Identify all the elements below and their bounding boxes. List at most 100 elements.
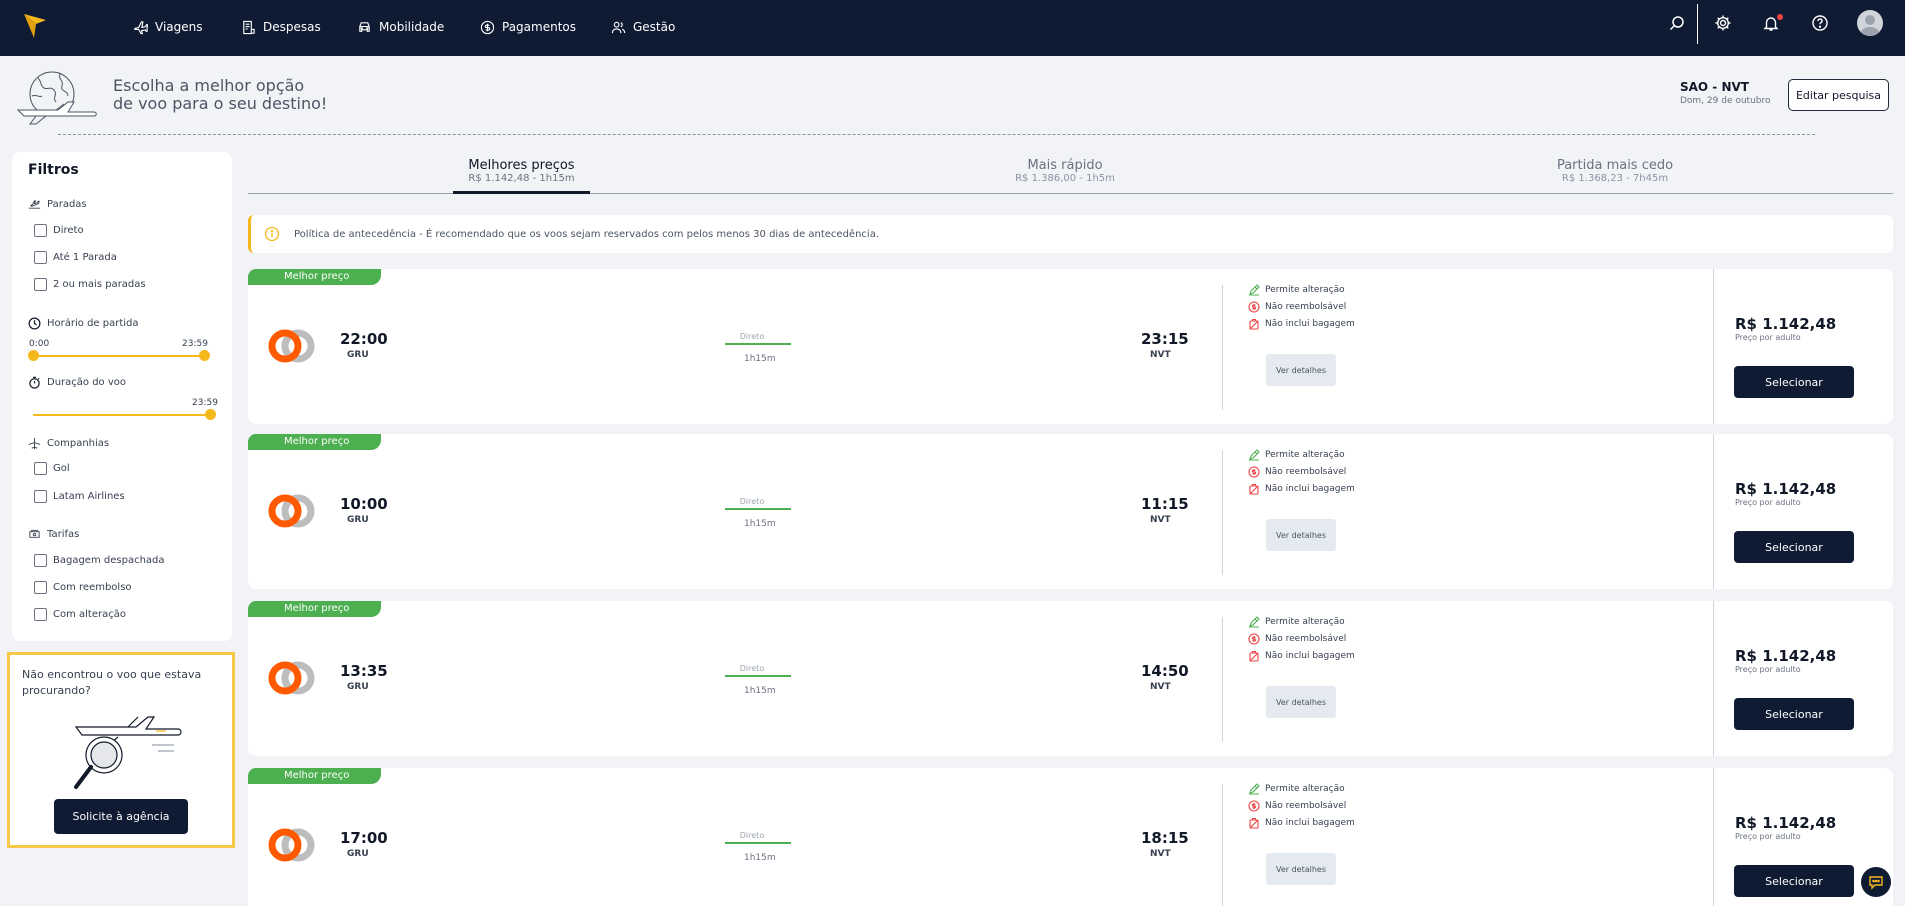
no-refund-icon [1248, 466, 1260, 478]
select-flight-button[interactable]: Selecionar [1734, 698, 1854, 730]
price-divider [1713, 768, 1714, 906]
arrival-airport: NVT [1150, 350, 1171, 360]
filter-fare-change[interactable]: Com alteração [34, 608, 126, 621]
condition-baggage-label: Não inclui bagagem [1265, 484, 1355, 494]
tab-best-price[interactable]: Melhores preços R$ 1.142,48 - 1h15m [453, 158, 590, 184]
filter-option-label: Bagagem despachada [53, 555, 165, 566]
tab-subtitle: R$ 1.142,48 - 1h15m [468, 173, 575, 184]
filter-option-label: Direto [53, 225, 84, 236]
flight-card: Melhor preço 13:35 GRU Direto 1h15m 14:5… [248, 601, 1893, 756]
nav-mobilidade[interactable]: Mobilidade [357, 14, 444, 40]
nav-pagamentos[interactable]: Pagamentos [480, 14, 576, 40]
notification-badge [1777, 14, 1783, 20]
departure-slider-min-handle[interactable] [28, 350, 39, 361]
search-icon[interactable] [1668, 14, 1686, 32]
help-icon[interactable] [1811, 14, 1829, 32]
edit-search-button[interactable]: Editar pesquisa [1788, 79, 1889, 111]
filter-stops-one[interactable]: Até 1 Parada [34, 251, 117, 264]
tab-title: Mais rápido [1027, 158, 1103, 173]
nav-gestao[interactable]: Gestão [611, 14, 675, 40]
select-flight-button[interactable]: Selecionar [1734, 865, 1854, 897]
magnifier-airplane-illustration [74, 716, 182, 789]
select-flight-button[interactable]: Selecionar [1734, 531, 1854, 563]
pencil-icon [1249, 449, 1260, 461]
filter-option-label: Com alteração [53, 609, 126, 620]
filter-fare-refund[interactable]: Com reembolso [34, 581, 132, 594]
logo[interactable] [22, 10, 48, 40]
filter-stops-direct[interactable]: Direto [34, 224, 84, 237]
user-avatar-icon[interactable] [1857, 10, 1883, 36]
condition-refund-label: Não reembolsável [1265, 634, 1347, 644]
best-price-badge: Melhor preço [248, 768, 381, 784]
condition-refund: Não reembolsável [1248, 466, 1346, 478]
stopwatch-icon [29, 376, 40, 389]
nav-despesas[interactable]: Despesas [241, 14, 321, 40]
gear-icon[interactable] [1714, 14, 1732, 32]
stops-label: Direto [739, 664, 765, 673]
price-per-adult: Preço por adulto [1735, 665, 1801, 674]
checkbox[interactable] [34, 224, 47, 237]
top-navbar: Viagens Despesas Mobilidade Pagamentos G… [0, 0, 1905, 56]
tab-fastest[interactable]: Mais rápido R$ 1.386,00 - 1h5m [985, 158, 1145, 184]
view-details-button[interactable]: Ver detalhes [1266, 519, 1336, 551]
arrival-time: 11:15 [1141, 495, 1189, 513]
departure-slider-max-handle[interactable] [199, 350, 210, 361]
receipt-icon [243, 20, 255, 34]
pencil-icon [1249, 783, 1260, 795]
duration-slider-handle[interactable] [205, 409, 216, 420]
checkbox[interactable] [34, 278, 47, 291]
departure-airport: GRU [347, 350, 369, 360]
pencil-icon [1249, 616, 1260, 628]
filter-section-airlines: Companhias [28, 437, 109, 450]
departure-slider-track[interactable] [33, 355, 205, 357]
departure-min-label: 0:00 [29, 339, 50, 349]
airline-logo-icon [268, 828, 315, 862]
flight-duration: 1h15m [744, 686, 776, 696]
checkbox[interactable] [34, 251, 47, 264]
airline-logo-icon [268, 494, 315, 528]
price-value: R$ 1.142,48 [1735, 315, 1837, 333]
price-per-adult: Preço por adulto [1735, 498, 1801, 507]
arrival-time: 23:15 [1141, 330, 1189, 348]
card-divider [1222, 450, 1223, 575]
info-icon [264, 226, 280, 242]
route-date: Dom, 29 de outubro [1680, 96, 1771, 106]
price-value: R$ 1.142,48 [1735, 647, 1837, 665]
filter-stops-two-plus[interactable]: 2 ou mais paradas [34, 278, 146, 291]
chat-icon [1869, 876, 1883, 890]
flight-card: Melhor preço 10:00 GRU Direto 1h15m 11:1… [248, 434, 1893, 589]
nav-viagens[interactable]: Viagens [133, 14, 203, 40]
view-details-button[interactable]: Ver detalhes [1266, 853, 1336, 885]
departure-time: 13:35 [340, 662, 388, 680]
checkbox[interactable] [34, 462, 47, 475]
filter-airline-latam[interactable]: Latam Airlines [34, 490, 125, 503]
checkbox[interactable] [34, 554, 47, 567]
tab-earliest[interactable]: Partida mais cedo R$ 1.368,23 - 7h45m [1530, 158, 1700, 184]
select-flight-button[interactable]: Selecionar [1734, 366, 1854, 398]
filter-fare-checked-bag[interactable]: Bagagem despachada [34, 554, 165, 567]
chat-button[interactable] [1861, 867, 1891, 897]
duration-slider-track[interactable] [33, 414, 205, 416]
filter-airline-gol[interactable]: Gol [34, 462, 70, 475]
best-price-badge: Melhor preço [248, 269, 381, 285]
filter-section-stops-label: Paradas [47, 199, 87, 210]
arrival-time: 14:50 [1141, 662, 1189, 680]
checkbox[interactable] [34, 490, 47, 503]
filter-option-label: 2 ou mais paradas [53, 279, 146, 290]
stops-icon [28, 200, 41, 209]
view-details-button[interactable]: Ver detalhes [1266, 686, 1336, 718]
condition-refund: Não reembolsável [1248, 633, 1346, 645]
flight-duration: 1h15m [744, 519, 776, 529]
checkbox[interactable] [34, 581, 47, 594]
flight-duration: 1h15m [744, 853, 776, 863]
nav-divider [1697, 4, 1698, 44]
view-details-button[interactable]: Ver detalhes [1266, 354, 1336, 386]
filter-section-departure: Horário de partida [28, 317, 139, 330]
header-divider [58, 134, 1815, 135]
request-agency-button[interactable]: Solicite à agência [54, 799, 188, 834]
nav-pagamentos-label: Pagamentos [502, 20, 576, 34]
checkbox[interactable] [34, 608, 47, 621]
filter-option-label: Com reembolso [53, 582, 132, 593]
condition-refund-label: Não reembolsável [1265, 467, 1347, 477]
headline-line-2: de voo para o seu destino! [113, 94, 328, 113]
